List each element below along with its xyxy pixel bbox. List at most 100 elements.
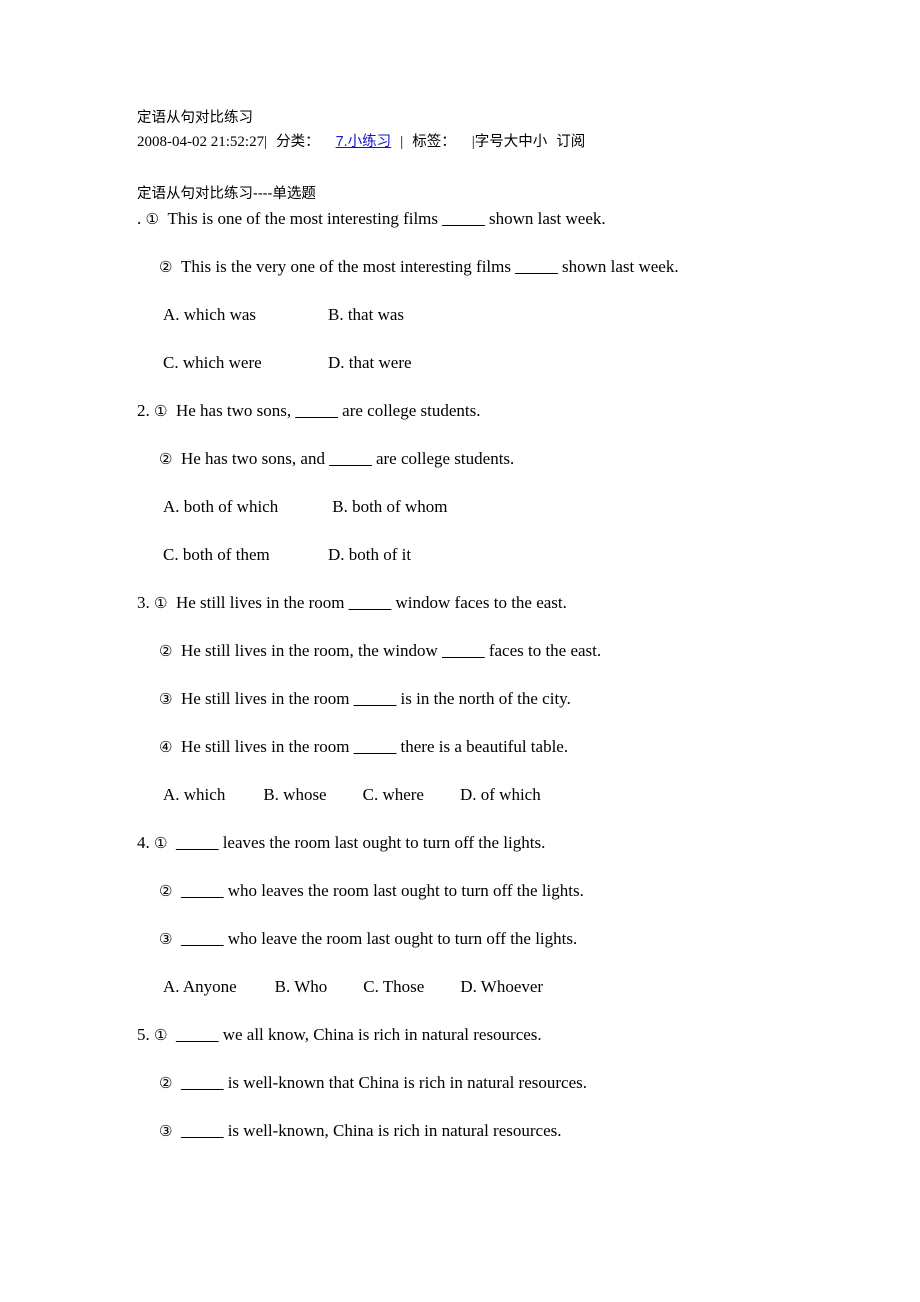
- option-choice[interactable]: C. both of them: [163, 544, 328, 566]
- item-marker: ③: [159, 690, 173, 708]
- item-text-after: window faces to the east.: [391, 593, 567, 612]
- question-list: . ① This is one of the most interesting …: [137, 208, 877, 1142]
- item-marker: ④: [159, 738, 173, 756]
- item-marker: ①: [145, 210, 159, 228]
- option-choice[interactable]: C. where: [363, 785, 424, 804]
- option-choice[interactable]: A. both of which: [163, 496, 328, 518]
- item-marker: ②: [159, 882, 173, 900]
- question-item: ② He still lives in the room, the window…: [137, 640, 877, 662]
- document-page: 定语从句对比练习 2008-04-02 21:52:27| 分类： 7.小练习 | 标签…: [0, 0, 920, 1302]
- item-marker: ②: [159, 642, 173, 660]
- item-text-after: shown last week.: [484, 209, 606, 228]
- item-text-before: He has two sons, and: [180, 449, 330, 468]
- item-text-after: faces to the east.: [484, 641, 602, 660]
- item-marker: ①: [154, 402, 168, 420]
- item-marker: ②: [159, 450, 173, 468]
- answer-blank: _____: [329, 449, 372, 468]
- answer-blank: _____: [353, 689, 397, 708]
- answer-blank: _____: [353, 737, 397, 756]
- option-choice[interactable]: D. Whoever: [460, 977, 543, 996]
- category-link[interactable]: 7.小练习: [336, 134, 392, 150]
- question-block: 2. ① He has two sons, _____ are college …: [137, 400, 877, 566]
- item-marker: ③: [159, 930, 173, 948]
- item-text-before: He still lives in the room: [180, 689, 354, 708]
- item-text-before: This is one of the most interesting film…: [167, 209, 443, 228]
- item-text-after: are college students.: [371, 449, 515, 468]
- option-choice[interactable]: B. whose: [263, 785, 326, 804]
- option-choice[interactable]: B. both of whom: [328, 497, 447, 516]
- option-choice[interactable]: A. Anyone: [163, 977, 237, 996]
- meta-separator: |: [400, 134, 404, 150]
- question-item: 3. ① He still lives in the room _____ wi…: [137, 592, 877, 614]
- category-label: 分类：: [276, 134, 320, 150]
- option-choice[interactable]: C. Those: [363, 977, 424, 996]
- question-block: 5. ① _____ we all know, China is rich in…: [137, 1024, 877, 1142]
- option-row: C. both of them D. both of it: [137, 544, 877, 566]
- item-marker: ①: [154, 594, 168, 612]
- post-timestamp: 2008-04-02 21:52:27: [137, 134, 265, 150]
- item-text-before: This is the very one of the most interes…: [180, 257, 516, 276]
- item-text-after: who leave the room last ought to turn of…: [223, 929, 578, 948]
- question-item: ③ _____ who leave the room last ought to…: [137, 928, 877, 950]
- meta-bar-1: |: [264, 134, 268, 150]
- item-text-after: is well-known, China is rich in natural …: [223, 1121, 562, 1140]
- question-item: ③ He still lives in the room _____ is in…: [137, 688, 877, 710]
- exercise-heading: 定语从句对比练习----单选题: [137, 186, 316, 202]
- option-choice[interactable]: A. which: [163, 785, 225, 804]
- item-marker: ②: [159, 258, 173, 276]
- question-number: 5.: [137, 1025, 150, 1044]
- answer-blank: _____: [175, 833, 219, 852]
- question-block: 3. ① He still lives in the room _____ wi…: [137, 592, 877, 806]
- item-text-after: who leaves the room last ought to turn o…: [223, 881, 584, 900]
- question-block: 4. ① _____ leaves the room last ought to…: [137, 832, 877, 998]
- item-text-after: there is a beautiful table.: [396, 737, 569, 756]
- item-marker: ③: [159, 1122, 173, 1140]
- option-row: C. which were D. that were: [137, 352, 877, 374]
- page-title: 定语从句对比练习: [137, 110, 253, 126]
- question-item: 2. ① He has two sons, _____ are college …: [137, 400, 877, 422]
- answer-blank: _____: [442, 209, 485, 228]
- item-marker: ①: [154, 834, 168, 852]
- answer-blank: _____: [180, 881, 224, 900]
- answer-blank: _____: [180, 1121, 224, 1140]
- question-number: 3.: [137, 593, 150, 612]
- item-text-before: He has two sons,: [175, 401, 296, 420]
- option-row: A. which was B. that was: [137, 304, 877, 326]
- option-choice[interactable]: C. which were: [163, 352, 328, 374]
- tag-label: 标签：: [412, 134, 456, 150]
- fontsize-controls[interactable]: 字号大中小: [475, 134, 548, 150]
- option-row: A. Anyone B. Who C. Those D. Whoever: [137, 976, 877, 998]
- exercise-body: 定语从句对比练习----单选题 . ① This is one of the m…: [137, 183, 877, 1142]
- question-item: 4. ① _____ leaves the room last ought to…: [137, 832, 877, 854]
- option-row: A. which B. whose C. where D. of which: [137, 784, 877, 806]
- question-number: 2.: [137, 401, 150, 420]
- subscribe-link[interactable]: 订阅: [556, 134, 585, 150]
- answer-blank: _____: [175, 1025, 219, 1044]
- option-choice[interactable]: B. Who: [275, 977, 328, 996]
- answer-blank: _____: [348, 593, 392, 612]
- item-marker: ②: [159, 1074, 173, 1092]
- item-text-after: is well-known that China is rich in natu…: [223, 1073, 587, 1092]
- item-text-after: is in the north of the city.: [396, 689, 571, 708]
- answer-blank: _____: [442, 641, 485, 660]
- question-block: . ① This is one of the most interesting …: [137, 208, 877, 374]
- question-item: 5. ① _____ we all know, China is rich in…: [137, 1024, 877, 1046]
- item-text-before: He still lives in the room, the window: [180, 641, 443, 660]
- option-choice[interactable]: A. which was: [163, 304, 328, 326]
- item-text-after: are college students.: [337, 401, 481, 420]
- question-number: 4.: [137, 833, 150, 852]
- option-choice[interactable]: B. that was: [328, 305, 404, 324]
- item-marker: ①: [154, 1026, 168, 1044]
- option-choice[interactable]: D. that were: [328, 353, 412, 372]
- option-choice[interactable]: D. of which: [460, 785, 541, 804]
- question-item: ② _____ is well-known that China is rich…: [137, 1072, 877, 1094]
- post-content: 定语从句对比练习 2008-04-02 21:52:27| 分类： 7.小练习 | 标签…: [137, 108, 877, 1168]
- question-number: .: [137, 209, 142, 228]
- option-row: A. both of which B. both of whom: [137, 496, 877, 518]
- answer-blank: _____: [515, 257, 558, 276]
- post-meta: 2008-04-02 21:52:27| 分类： 7.小练习 | 标签： |字号大中小 订阅: [137, 131, 877, 153]
- question-item: ② He has two sons, and _____ are college…: [137, 448, 877, 470]
- answer-blank: _____: [180, 929, 224, 948]
- question-item: ② _____ who leaves the room last ought t…: [137, 880, 877, 902]
- option-choice[interactable]: D. both of it: [328, 545, 411, 564]
